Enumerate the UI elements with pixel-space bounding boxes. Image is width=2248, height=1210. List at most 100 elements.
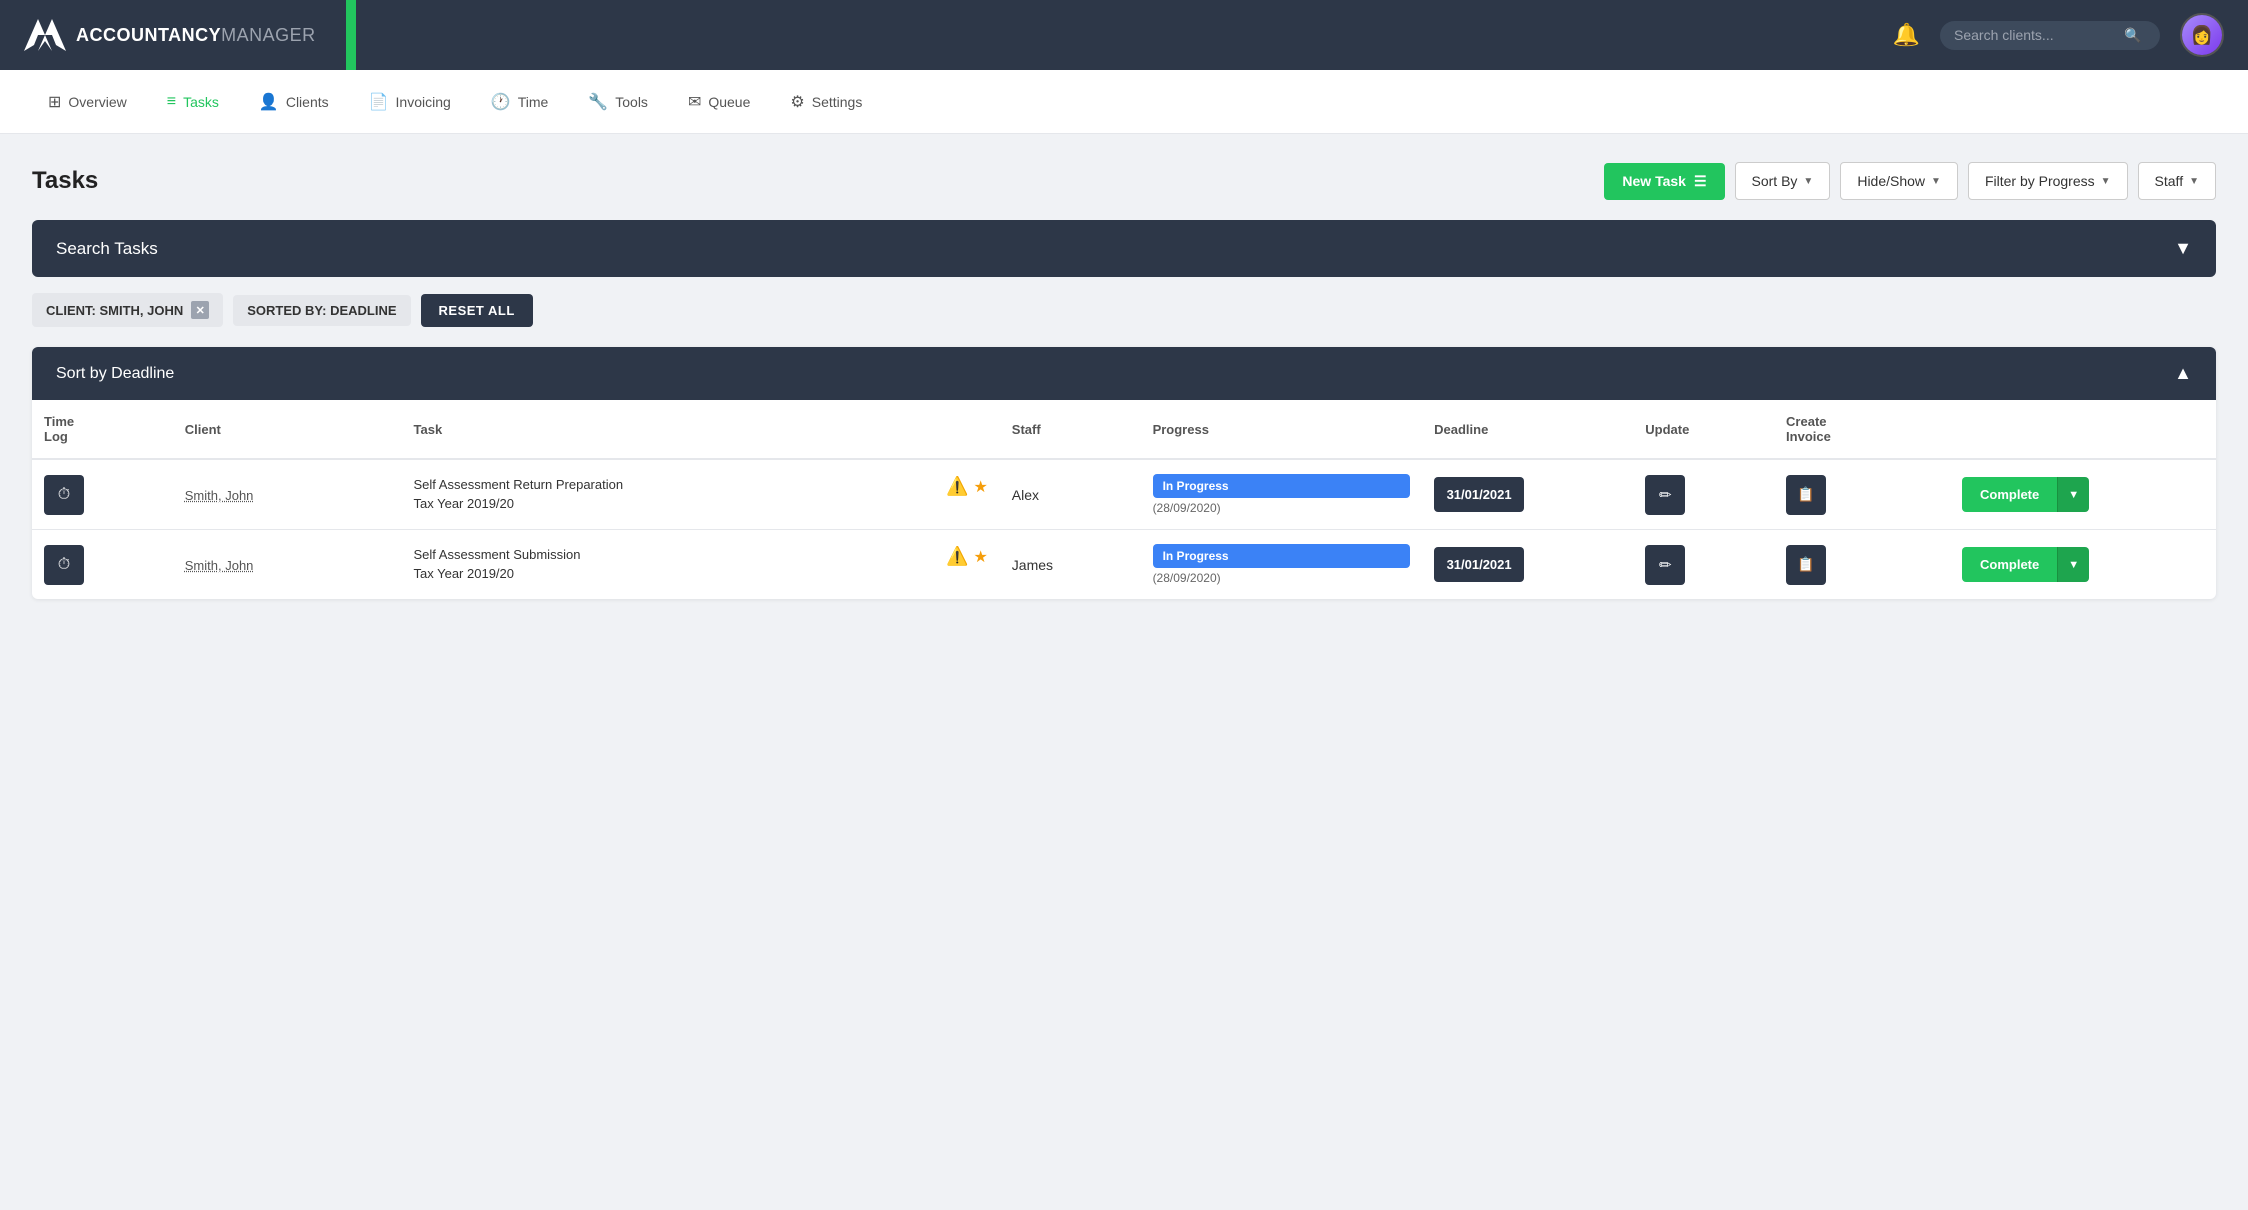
star-icon: ★ bbox=[973, 547, 987, 567]
complete-button[interactable]: Complete bbox=[1962, 477, 2057, 512]
tasks-table: TimeLog Client Task Staff Progress Deadl… bbox=[32, 400, 2216, 599]
alert-icon: ⚠️ bbox=[946, 546, 968, 567]
search-tasks-chevron-icon: ▼ bbox=[2174, 238, 2192, 259]
reset-all-button[interactable]: RESET ALL bbox=[421, 294, 533, 327]
complete-arrow-icon: ▼ bbox=[2068, 489, 2079, 501]
alert-icon: ⚠️ bbox=[946, 476, 968, 497]
sorted-by-chip: SORTED BY: DEADLINE bbox=[233, 295, 410, 326]
avatar[interactable]: 👩 bbox=[2180, 13, 2224, 57]
sidebar-item-settings[interactable]: ⚙ Settings bbox=[774, 84, 878, 120]
tasks-icon: ≡ bbox=[167, 93, 176, 111]
new-task-icon: ☰ bbox=[1694, 173, 1707, 190]
new-task-button[interactable]: New Task ☰ bbox=[1604, 163, 1724, 200]
th-create-invoice: CreateInvoice bbox=[1774, 400, 1950, 459]
th-task: Task bbox=[402, 400, 1000, 459]
sidebar-item-overview[interactable]: ⊞ Overview bbox=[32, 84, 143, 120]
sidebar-item-queue[interactable]: ✉ Queue bbox=[672, 84, 766, 120]
client-name-link[interactable]: Smith, John bbox=[185, 558, 254, 573]
bell-icon[interactable]: 🔔 bbox=[1893, 22, 1920, 48]
header-actions: New Task ☰ Sort By ▼ Hide/Show ▼ Filter … bbox=[1604, 162, 2216, 200]
overview-icon: ⊞ bbox=[48, 92, 61, 112]
progress-badge: In Progress bbox=[1153, 544, 1411, 568]
filter-progress-button[interactable]: Filter by Progress ▼ bbox=[1968, 162, 2128, 200]
edit-icon: ✏ bbox=[1659, 556, 1672, 574]
top-navigation: ACCOUNTANCY MANAGER 🔔 🔍 👩 bbox=[0, 0, 2248, 70]
deadline-cell: 31/01/2021 bbox=[1434, 547, 1524, 582]
table-row: ⏱ Smith, John Self Assessment Submission… bbox=[32, 530, 2216, 600]
sort-header[interactable]: Sort by Deadline ▲ bbox=[32, 347, 2216, 400]
clock-icon: ⏱ bbox=[58, 486, 70, 504]
client-filter-close-button[interactable]: ✕ bbox=[191, 301, 209, 319]
create-invoice-button[interactable]: 📋 bbox=[1786, 475, 1826, 515]
sidebar-item-tasks[interactable]: ≡ Tasks bbox=[151, 85, 235, 119]
progress-date: (28/09/2020) bbox=[1153, 501, 1411, 515]
complete-button[interactable]: Complete bbox=[1962, 547, 2057, 582]
create-invoice-button[interactable]: 📋 bbox=[1786, 545, 1826, 585]
queue-icon: ✉ bbox=[688, 92, 701, 112]
complete-button-group: Complete ▼ bbox=[1962, 477, 2204, 512]
search-icon[interactable]: 🔍 bbox=[2124, 27, 2141, 44]
sort-header-chevron-icon: ▲ bbox=[2174, 363, 2192, 384]
sort-by-arrow-icon: ▼ bbox=[1803, 176, 1813, 187]
task-name: Self Assessment Return Preparation bbox=[414, 476, 931, 494]
logo-area: ACCOUNTANCY MANAGER bbox=[24, 19, 316, 51]
th-staff: Staff bbox=[1000, 400, 1141, 459]
complete-dropdown-arrow[interactable]: ▼ bbox=[2057, 547, 2089, 582]
deadline-cell: 31/01/2021 bbox=[1434, 477, 1524, 512]
task-cell: Self Assessment Submission Tax Year 2019… bbox=[414, 546, 988, 582]
sidebar-item-clients[interactable]: 👤 Clients bbox=[243, 84, 345, 120]
filter-progress-arrow-icon: ▼ bbox=[2101, 176, 2111, 187]
secondary-navigation: ⊞ Overview ≡ Tasks 👤 Clients 📄 Invoicing… bbox=[0, 70, 2248, 134]
page-header: Tasks New Task ☰ Sort By ▼ Hide/Show ▼ F… bbox=[32, 162, 2216, 200]
update-button[interactable]: ✏ bbox=[1645, 475, 1685, 515]
progress-date: (28/09/2020) bbox=[1153, 571, 1411, 585]
edit-icon: ✏ bbox=[1659, 486, 1672, 504]
client-filter-chip: CLIENT: SMITH, JOHN ✕ bbox=[32, 293, 223, 327]
th-progress: Progress bbox=[1141, 400, 1423, 459]
time-log-button[interactable]: ⏱ bbox=[44, 475, 84, 515]
sidebar-item-tools[interactable]: 🔧 Tools bbox=[572, 84, 664, 120]
task-sub: Tax Year 2019/20 bbox=[414, 565, 931, 583]
invoicing-icon: 📄 bbox=[369, 92, 389, 112]
sort-by-button[interactable]: Sort By ▼ bbox=[1735, 162, 1831, 200]
update-button[interactable]: ✏ bbox=[1645, 545, 1685, 585]
complete-dropdown-arrow[interactable]: ▼ bbox=[2057, 477, 2089, 512]
complete-arrow-icon: ▼ bbox=[2068, 559, 2079, 571]
time-icon: 🕐 bbox=[491, 92, 511, 112]
logo-divider bbox=[346, 0, 356, 70]
th-client: Client bbox=[173, 400, 402, 459]
task-cell: Self Assessment Return Preparation Tax Y… bbox=[414, 476, 988, 512]
sort-section: Sort by Deadline ▲ TimeLog Client Task S… bbox=[32, 347, 2216, 599]
clients-icon: 👤 bbox=[259, 92, 279, 112]
th-update: Update bbox=[1633, 400, 1774, 459]
task-sub: Tax Year 2019/20 bbox=[414, 495, 931, 513]
hide-show-button[interactable]: Hide/Show ▼ bbox=[1840, 162, 1958, 200]
document-icon: 📋 bbox=[1797, 486, 1814, 503]
sidebar-item-invoicing[interactable]: 📄 Invoicing bbox=[353, 84, 467, 120]
th-action bbox=[1950, 400, 2216, 459]
complete-button-group: Complete ▼ bbox=[1962, 547, 2204, 582]
hide-show-arrow-icon: ▼ bbox=[1931, 176, 1941, 187]
time-log-button[interactable]: ⏱ bbox=[44, 545, 84, 585]
filters-row: CLIENT: SMITH, JOHN ✕ SORTED BY: DEADLIN… bbox=[32, 293, 2216, 327]
task-name: Self Assessment Submission bbox=[414, 546, 931, 564]
progress-badge: In Progress bbox=[1153, 474, 1411, 498]
search-tasks-box[interactable]: Search Tasks ▼ bbox=[32, 220, 2216, 277]
logo-icon bbox=[24, 19, 66, 51]
settings-icon: ⚙ bbox=[790, 92, 804, 112]
staff-cell: Alex bbox=[1000, 459, 1141, 530]
page-title: Tasks bbox=[32, 167, 98, 195]
star-icon: ★ bbox=[973, 477, 987, 497]
staff-button[interactable]: Staff ▼ bbox=[2138, 162, 2216, 200]
main-content: Tasks New Task ☰ Sort By ▼ Hide/Show ▼ F… bbox=[0, 134, 2248, 627]
progress-cell: In Progress (28/09/2020) bbox=[1153, 474, 1411, 515]
client-filter-label: CLIENT: SMITH, JOHN bbox=[46, 303, 183, 318]
staff-arrow-icon: ▼ bbox=[2189, 176, 2199, 187]
sidebar-item-time[interactable]: 🕐 Time bbox=[475, 84, 565, 120]
progress-cell: In Progress (28/09/2020) bbox=[1153, 544, 1411, 585]
search-bar: 🔍 bbox=[1940, 21, 2160, 50]
table-row: ⏱ Smith, John Self Assessment Return Pre… bbox=[32, 459, 2216, 530]
search-input[interactable] bbox=[1954, 27, 2124, 43]
th-deadline: Deadline bbox=[1422, 400, 1633, 459]
client-name-link[interactable]: Smith, John bbox=[185, 488, 254, 503]
